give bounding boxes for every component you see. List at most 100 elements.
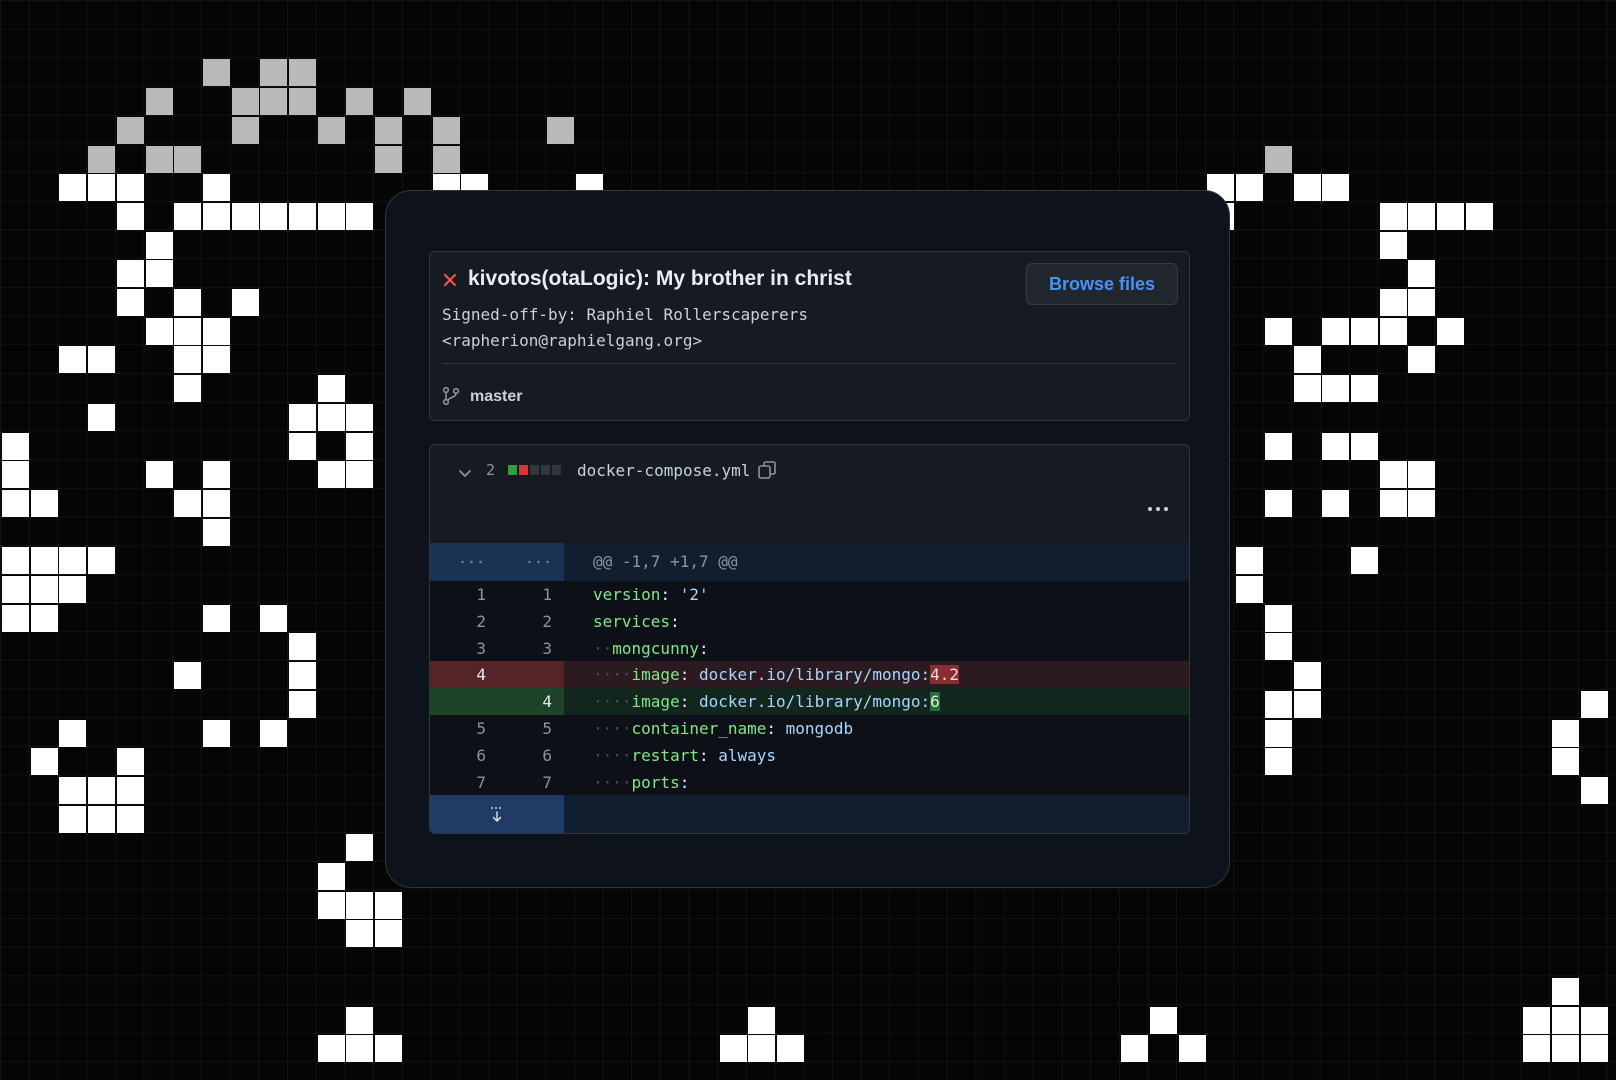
commit-title[interactable]: kivotos(otaLogic): My brother in christ xyxy=(468,267,852,291)
background-pixel xyxy=(289,403,316,431)
background-pixel xyxy=(231,88,259,116)
background-pixel xyxy=(116,748,144,776)
background-pixel xyxy=(116,116,144,144)
more-options-icon[interactable] xyxy=(1147,505,1169,513)
new-line-number[interactable]: 2 xyxy=(522,612,552,631)
background-pixel xyxy=(317,403,345,431)
background-pixel xyxy=(2,604,29,632)
background-pixel xyxy=(1322,489,1350,517)
background-pixel xyxy=(174,202,202,230)
hunk-gutter[interactable]: ... ... xyxy=(430,543,564,581)
background-pixel xyxy=(145,231,173,259)
background-pixel xyxy=(30,748,58,776)
new-line-number[interactable]: 1 xyxy=(522,585,552,604)
new-line-number[interactable]: 3 xyxy=(522,639,552,658)
background-pixel xyxy=(346,920,374,948)
background-pixel xyxy=(748,1006,776,1034)
background-pixel xyxy=(174,489,202,517)
background-pixel xyxy=(317,863,345,890)
background-pixel xyxy=(260,604,288,632)
background-pixel xyxy=(1551,1035,1579,1063)
code-content: ··mongcunny: xyxy=(593,638,709,658)
background-pixel xyxy=(116,174,144,202)
background-pixel xyxy=(1580,776,1608,804)
background-pixel xyxy=(202,461,230,489)
background-pixel xyxy=(1264,317,1292,345)
file-name-link[interactable]: docker-compose.yml xyxy=(577,461,750,480)
background-pixel xyxy=(1379,317,1407,345)
background-pixel xyxy=(88,346,116,374)
background-pixel xyxy=(88,145,116,173)
copy-icon[interactable] xyxy=(757,460,777,480)
background-pixel xyxy=(317,375,345,403)
background-pixel xyxy=(1551,748,1579,776)
background-pixel xyxy=(260,719,288,747)
expand-up-old-dots[interactable]: ... xyxy=(458,549,485,567)
diffstat-added-block xyxy=(508,465,517,475)
new-line-number[interactable]: 6 xyxy=(522,746,552,765)
expand-down-icon[interactable] xyxy=(487,806,507,824)
old-line-number[interactable]: 6 xyxy=(456,746,486,765)
background-pixel xyxy=(174,375,202,403)
background-pixel xyxy=(1322,317,1350,345)
background-pixel xyxy=(1379,461,1407,489)
background-pixel xyxy=(1264,719,1292,747)
background-pixel xyxy=(202,317,230,345)
background-pixel xyxy=(776,1035,804,1063)
background-pixel xyxy=(2,461,29,489)
background-pixel xyxy=(1264,604,1292,632)
new-line-number[interactable]: 7 xyxy=(522,773,552,792)
code-content: ····image: docker.io/library/mongo:4.2 xyxy=(593,665,960,685)
background-pixel xyxy=(1408,489,1436,517)
commit-preview-card: kivotos(otaLogic): My brother in christ … xyxy=(385,190,1230,888)
commit-body-line: Signed-off-by: Raphiel Rollerscaperers xyxy=(442,305,809,324)
expand-below-row xyxy=(430,795,1189,833)
background-pixel xyxy=(1379,231,1407,259)
chevron-down-icon[interactable] xyxy=(457,465,473,481)
background-pixel xyxy=(174,662,202,690)
new-line-number[interactable]: 5 xyxy=(522,719,552,738)
old-line-number[interactable]: 1 xyxy=(456,585,486,604)
background-pixel xyxy=(260,202,288,230)
background-pixel xyxy=(59,805,87,833)
diff-line-added: 4 ····image: docker.io/library/mongo:6 xyxy=(430,688,1189,715)
background-pixel xyxy=(174,346,202,374)
background-pixel xyxy=(231,202,259,230)
background-pixel xyxy=(202,719,230,747)
browse-files-button[interactable]: Browse files xyxy=(1026,263,1178,305)
new-line-number[interactable]: 4 xyxy=(522,692,552,711)
background-pixel xyxy=(1551,977,1579,1005)
old-line-number[interactable]: 5 xyxy=(456,719,486,738)
background-pixel xyxy=(1293,662,1321,690)
background-pixel xyxy=(432,145,460,173)
expand-up-new-dots[interactable]: ... xyxy=(525,549,552,567)
background-pixel xyxy=(116,289,144,316)
expand-gutter[interactable] xyxy=(430,795,564,833)
background-pixel xyxy=(1322,375,1350,403)
background-pixel xyxy=(289,690,316,718)
background-pixel xyxy=(202,346,230,374)
background-pixel xyxy=(289,432,316,460)
code-content: ····ports: xyxy=(593,772,690,792)
background-pixel xyxy=(116,260,144,288)
old-line-number[interactable]: 3 xyxy=(456,639,486,658)
old-line-number[interactable]: 7 xyxy=(456,773,486,792)
background-pixel xyxy=(59,776,87,804)
background-pixel xyxy=(88,547,116,575)
diff-line: 6 6 ····restart: always xyxy=(430,742,1189,769)
hunk-header-text: @@ -1,7 +1,7 @@ xyxy=(593,552,738,571)
background-pixel xyxy=(202,604,230,632)
background-pixel xyxy=(116,776,144,804)
branch-name[interactable]: master xyxy=(470,388,522,406)
background-pixel xyxy=(1264,489,1292,517)
background-pixel xyxy=(231,116,259,144)
background-pixel xyxy=(346,891,374,919)
background-pixel xyxy=(346,88,374,116)
commit-message-body: Signed-off-by: Raphiel Rollerscaperers <… xyxy=(442,302,808,354)
background-pixel xyxy=(202,518,230,546)
background-pixel xyxy=(1264,690,1292,718)
background-pixel xyxy=(1293,346,1321,374)
old-line-number[interactable]: 2 xyxy=(456,612,486,631)
old-line-number[interactable]: 4 xyxy=(456,665,486,684)
git-branch-icon xyxy=(442,386,460,406)
